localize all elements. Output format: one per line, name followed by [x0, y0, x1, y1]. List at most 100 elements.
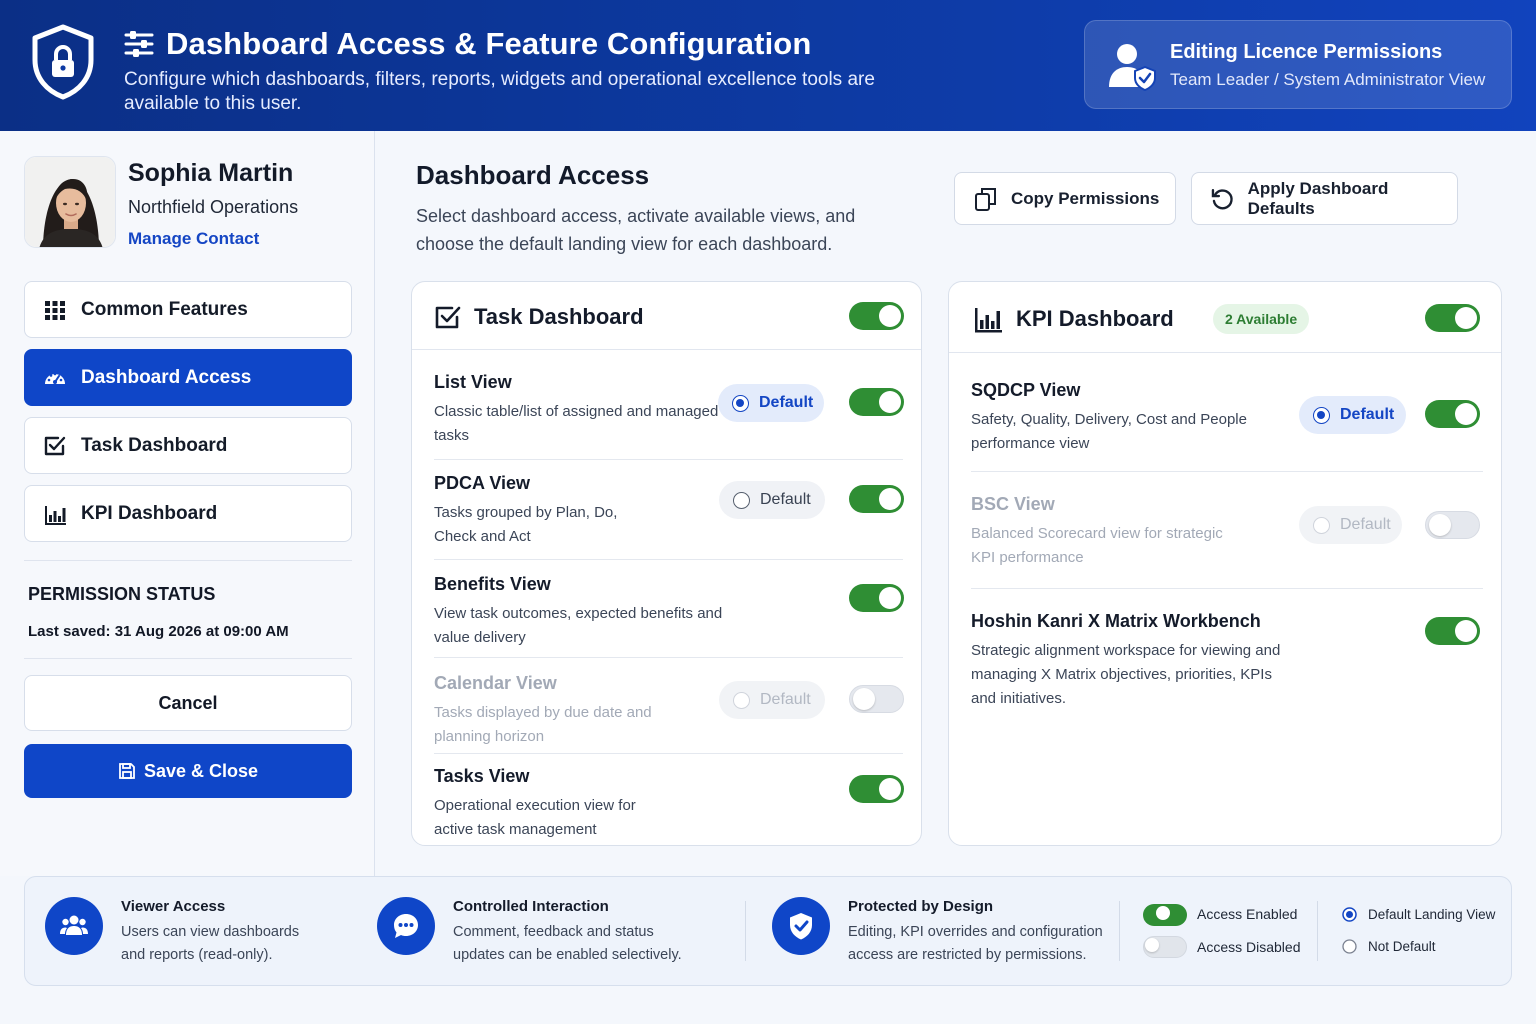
user-name: Sophia Martin [128, 159, 294, 187]
default-radio-bsc[interactable]: Default [1299, 506, 1402, 544]
card-header: KPI Dashboard 2 Available [949, 282, 1501, 353]
sliders-icon [124, 31, 154, 57]
footer-desc: Users can view dashboards and reports (r… [121, 924, 300, 963]
editing-mode-title: Editing Licence Permissions [1170, 41, 1443, 63]
footer-title: Protected by Design [848, 898, 994, 915]
page-header: Dashboard Access & Feature Configuration… [0, 0, 1536, 131]
last-saved-text: Last saved: 31 Aug 2026 at 09:00 AM [28, 623, 289, 640]
kpi-dashboard-toggle[interactable] [1425, 304, 1480, 332]
view-row-tasks: Tasks View Operational execution view fo… [434, 766, 904, 838]
divider [434, 753, 903, 754]
default-label: Default [1340, 516, 1391, 533]
bar-chart-icon [975, 308, 1002, 333]
default-radio-list[interactable]: Default [718, 384, 824, 422]
manage-contact-link[interactable]: Manage Contact [128, 229, 259, 249]
users-icon [45, 897, 103, 955]
legend-not-default: Not Default [1368, 939, 1436, 954]
legend-default: Default Landing View [1368, 907, 1496, 922]
copy-permissions-label: Copy Permissions [1011, 188, 1160, 208]
view-desc: Tasks displayed by due date and planning… [434, 704, 652, 745]
copy-permissions-button[interactable]: Copy Permissions [954, 172, 1176, 225]
page-subtitle: Configure which dashboards, filters, rep… [124, 69, 875, 114]
view-title: BSC View [971, 494, 1055, 514]
footer-desc: Editing, KPI overrides and configuration… [848, 924, 1103, 963]
benefits-view-toggle[interactable] [849, 584, 904, 612]
divider [434, 459, 903, 460]
view-title: Tasks View [434, 766, 530, 786]
default-radio-calendar[interactable]: Default [719, 681, 825, 719]
sidebar: Sophia Martin Northfield Operations Mana… [0, 131, 375, 876]
hoshin-workbench-toggle[interactable] [1425, 617, 1480, 645]
sidebar-item-label: KPI Dashboard [81, 502, 218, 524]
sidebar-item-kpi-dashboard[interactable]: KPI Dashboard [24, 485, 352, 542]
page-title-text: Dashboard Access & Feature Configuration [166, 26, 812, 61]
view-title: PDCA View [434, 473, 531, 493]
radio-icon [1313, 406, 1330, 424]
save-close-button[interactable]: Save & Close [24, 744, 352, 798]
divider [745, 901, 746, 961]
divider [1119, 901, 1120, 961]
radio-icon [1313, 516, 1330, 534]
permission-status-title: PERMISSION STATUS [28, 584, 216, 604]
view-row-hoshin: Hoshin Kanri X Matrix Workbench Strategi… [971, 611, 1483, 721]
card-title: KPI Dashboard [1016, 306, 1174, 331]
bsc-view-toggle[interactable] [1425, 511, 1480, 539]
divider [971, 471, 1483, 472]
sidebar-item-label: Common Features [81, 298, 248, 320]
divider [434, 657, 903, 658]
default-label: Default [760, 491, 811, 508]
calendar-view-toggle[interactable] [849, 685, 904, 713]
view-title: SQDCP View [971, 380, 1081, 400]
view-desc: View task outcomes, expected benefits an… [434, 605, 723, 646]
radio-icon [733, 491, 750, 509]
radio-unselected-icon [1342, 939, 1357, 954]
shield-lock-icon [32, 24, 94, 100]
legend-toggle-off [1143, 936, 1187, 958]
shield-check-icon [772, 897, 830, 955]
card-header: Task Dashboard [412, 282, 921, 350]
divider [1317, 901, 1318, 961]
user-org: Northfield Operations [128, 197, 299, 217]
section-subtitle: Select dashboard access, activate availa… [416, 206, 856, 254]
sidebar-item-task-dashboard[interactable]: Task Dashboard [24, 417, 352, 474]
radio-icon [733, 691, 750, 709]
editing-mode-subtitle: Team Leader / System Administrator View [1170, 70, 1486, 89]
checkbox-icon [435, 306, 461, 329]
save-icon [119, 763, 135, 779]
sidebar-item-common-features[interactable]: Common Features [24, 281, 352, 338]
task-dashboard-toggle[interactable] [849, 302, 904, 330]
default-label: Default [1340, 406, 1395, 423]
default-label: Default [760, 691, 811, 708]
avatar [24, 156, 116, 248]
gauge-icon [45, 372, 65, 384]
default-radio-sqdcp[interactable]: Default [1299, 396, 1406, 434]
legend-enabled: Access Enabled [1197, 906, 1298, 922]
legend-disabled: Access Disabled [1197, 939, 1301, 955]
grid-icon [45, 300, 65, 320]
available-badge: 2 Available [1213, 304, 1310, 334]
user-shield-icon [1109, 44, 1156, 91]
view-row-sqdcp: SQDCP View Safety, Quality, Delivery, Co… [971, 380, 1483, 470]
view-title: List View [434, 372, 512, 392]
view-row-pdca: PDCA View Tasks grouped by Plan, Do, Che… [434, 473, 904, 553]
view-desc: Tasks grouped by Plan, Do, Check and Act [434, 504, 618, 545]
user-portrait [25, 157, 115, 247]
task-dashboard-card: Task Dashboard List View Classic table/l… [411, 281, 922, 846]
kpi-dashboard-card: KPI Dashboard 2 Available SQDCP View Saf… [948, 281, 1502, 846]
apply-defaults-label: Apply Dashboard Defaults [1247, 178, 1389, 218]
divider [971, 588, 1483, 589]
view-title: Hoshin Kanri X Matrix Workbench [971, 611, 1261, 631]
sidebar-item-dashboard-access[interactable]: Dashboard Access [24, 349, 352, 406]
checkbox-icon [44, 436, 66, 455]
pdca-view-toggle[interactable] [849, 485, 904, 513]
apply-defaults-button[interactable]: Apply Dashboard Defaults [1191, 172, 1458, 225]
default-radio-pdca[interactable]: Default [719, 481, 825, 519]
list-view-toggle[interactable] [849, 388, 904, 416]
reset-icon [1211, 188, 1233, 209]
view-row-bsc: BSC View Balanced Scorecard view for str… [971, 494, 1483, 584]
footer-title: Controlled Interaction [453, 898, 609, 915]
cancel-button[interactable]: Cancel [24, 675, 352, 731]
tasks-view-toggle[interactable] [849, 775, 904, 803]
view-desc: Balanced Scorecard view for strategic KP… [971, 525, 1223, 566]
sqdcp-view-toggle[interactable] [1425, 400, 1480, 428]
